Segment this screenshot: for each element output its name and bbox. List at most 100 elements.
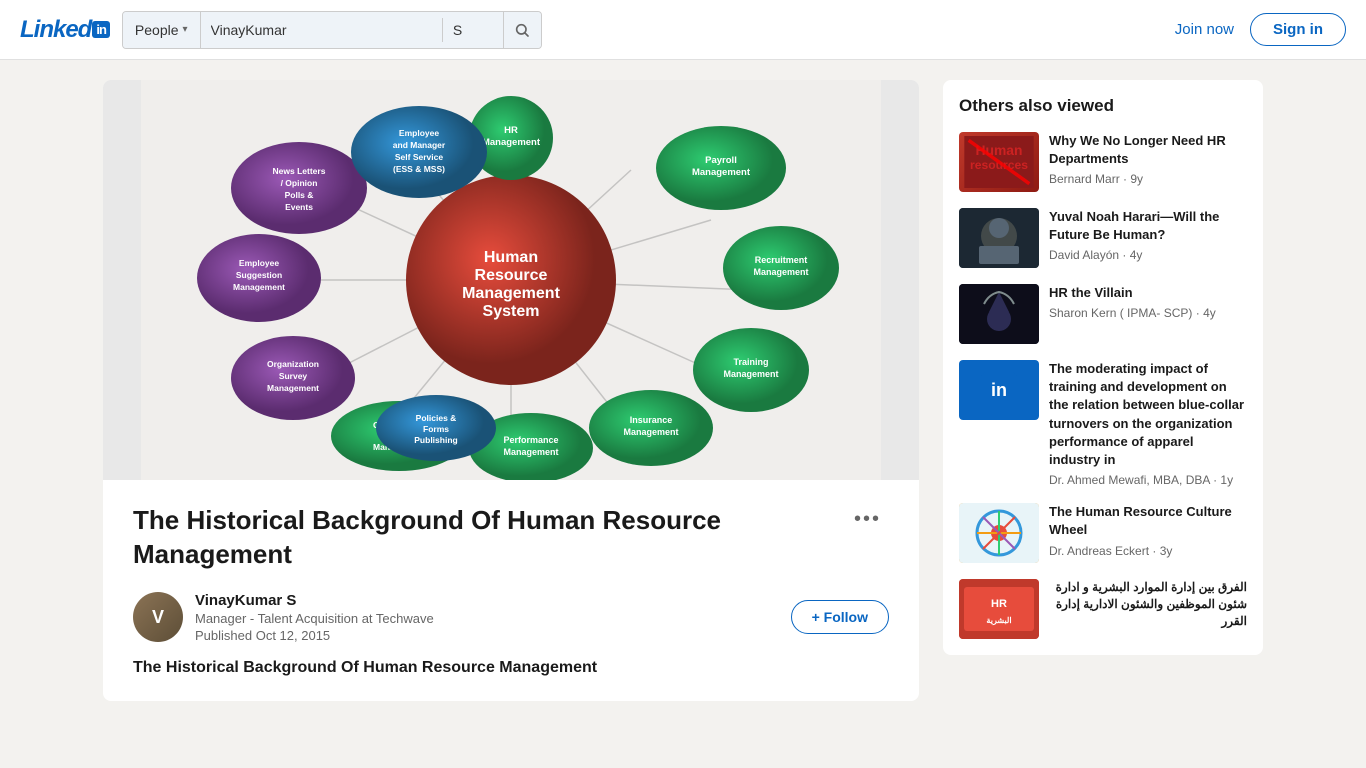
publish-date: Published Oct 12, 2015: [195, 628, 434, 643]
sidebar-item-2-text: Yuval Noah Harari—Will the Future Be Hum…: [1049, 208, 1247, 268]
header-actions: Join now Sign in: [1175, 13, 1346, 46]
svg-text:Publishing: Publishing: [414, 435, 457, 445]
author-info: V VinayKumar S Manager - Talent Acquisit…: [133, 592, 434, 643]
others-title: Others also viewed: [959, 96, 1247, 116]
author-row: V VinayKumar S Manager - Talent Acquisit…: [133, 592, 889, 643]
svg-text:Employee: Employee: [239, 258, 279, 268]
search-suffix-input[interactable]: [443, 22, 503, 38]
article-hero-image: Human Resource Management System HR Mana…: [103, 80, 919, 480]
svg-text:Human: Human: [484, 249, 538, 266]
search-bar: People ▾: [122, 11, 542, 49]
svg-text:HR: HR: [991, 598, 1007, 610]
article-area: Human Resource Management System HR Mana…: [103, 80, 919, 701]
svg-text:Organization: Organization: [267, 359, 319, 369]
sidebar-item-5-title: The Human Resource Culture Wheel: [1049, 503, 1247, 539]
thumbnail-5: [959, 503, 1039, 563]
sidebar-item-2-meta: David Alayón · 4y: [1049, 248, 1247, 262]
svg-text:Management: Management: [692, 167, 751, 178]
sidebar-item-3-title: HR the Villain: [1049, 284, 1247, 302]
sidebar-item-1-title: Why We No Longer Need HR Departments: [1049, 132, 1247, 168]
svg-text:Self Service: Self Service: [395, 152, 443, 162]
others-also-viewed-panel: Others also viewed Human resources Why W…: [943, 80, 1263, 655]
sidebar-item-1-meta: Bernard Marr · 9y: [1049, 172, 1247, 186]
sidebar: Others also viewed Human resources Why W…: [943, 80, 1263, 701]
svg-text:Management: Management: [723, 369, 778, 379]
avatar[interactable]: V: [133, 592, 183, 642]
search-input[interactable]: [201, 22, 442, 38]
svg-text:Management: Management: [462, 285, 560, 302]
search-category-label: People: [135, 22, 179, 38]
sidebar-item-6-title: الفرق بين إدارة الموارد البشرية و ادارة …: [1049, 579, 1247, 629]
svg-text:Management: Management: [503, 447, 558, 457]
logo-in: in: [92, 21, 110, 38]
svg-text:System: System: [483, 303, 540, 320]
svg-text:Management: Management: [482, 137, 541, 148]
sidebar-item-1-text: Why We No Longer Need HR Departments Ber…: [1049, 132, 1247, 192]
svg-text:Events: Events: [285, 202, 313, 212]
list-item[interactable]: HR the Villain Sharon Kern ( IPMA- SCP) …: [959, 284, 1247, 344]
svg-text:Employee: Employee: [399, 128, 439, 138]
main-layout: Human Resource Management System HR Mana…: [83, 60, 1283, 721]
search-category-dropdown[interactable]: People ▾: [123, 12, 201, 48]
linkedin-logo[interactable]: Linkedin: [20, 16, 110, 44]
search-icon: [514, 22, 530, 38]
svg-text:Management: Management: [267, 383, 319, 393]
svg-text:Polls &: Polls &: [285, 190, 314, 200]
thumbnail-4: in: [959, 360, 1039, 420]
svg-text:Payroll: Payroll: [705, 155, 737, 166]
list-item[interactable]: Yuval Noah Harari—Will the Future Be Hum…: [959, 208, 1247, 268]
svg-text:Training: Training: [733, 357, 768, 367]
thumbnail-2: [959, 208, 1039, 268]
svg-text:Recruitment: Recruitment: [755, 255, 808, 265]
svg-text:Performance: Performance: [503, 435, 558, 445]
svg-text:News Letters: News Letters: [273, 166, 326, 176]
svg-text:and Manager: and Manager: [393, 140, 446, 150]
thumbnail-3: [959, 284, 1039, 344]
linkedin-icon: in: [981, 372, 1017, 408]
svg-text:Management: Management: [233, 282, 285, 292]
svg-text:Policies &: Policies &: [416, 413, 457, 423]
header: Linkedin People ▾ Join now Sign in: [0, 0, 1366, 60]
article-title-row: The Historical Background Of Human Resou…: [133, 504, 889, 572]
chevron-down-icon: ▾: [183, 24, 188, 35]
list-item[interactable]: Human resources Why We No Longer Need HR…: [959, 132, 1247, 192]
svg-text:البشرية: البشرية: [986, 616, 1011, 626]
follow-button[interactable]: + Follow: [791, 600, 889, 634]
list-item[interactable]: HR البشرية الفرق بين إدارة الموارد البشر…: [959, 579, 1247, 639]
article-title: The Historical Background Of Human Resou…: [133, 504, 830, 572]
svg-text:Insurance: Insurance: [630, 415, 673, 425]
article-body-heading: The Historical Background Of Human Resou…: [133, 659, 889, 677]
sidebar-item-6-text: الفرق بين إدارة الموارد البشرية و ادارة …: [1049, 579, 1247, 639]
svg-text:Resource: Resource: [475, 267, 548, 284]
sidebar-item-4-meta: Dr. Ahmed Mewafi, MBA, DBA · 1y: [1049, 473, 1247, 487]
sidebar-item-3-text: HR the Villain Sharon Kern ( IPMA- SCP) …: [1049, 284, 1247, 344]
svg-text:Management: Management: [753, 267, 808, 277]
thumbnail-1: Human resources: [959, 132, 1039, 192]
svg-text:Suggestion: Suggestion: [236, 270, 282, 280]
join-now-button[interactable]: Join now: [1175, 21, 1234, 38]
svg-text:HR: HR: [504, 125, 518, 136]
more-options-button[interactable]: •••: [846, 504, 889, 535]
author-details: VinayKumar S Manager - Talent Acquisitio…: [195, 592, 434, 643]
author-job-title: Manager - Talent Acquisition at Techwave: [195, 611, 434, 626]
sign-in-button[interactable]: Sign in: [1250, 13, 1346, 46]
sidebar-item-5-text: The Human Resource Culture Wheel Dr. And…: [1049, 503, 1247, 563]
sidebar-item-3-meta: Sharon Kern ( IPMA- SCP) · 4y: [1049, 306, 1247, 320]
list-item[interactable]: The Human Resource Culture Wheel Dr. And…: [959, 503, 1247, 563]
svg-text:(ESS & MSS): (ESS & MSS): [393, 164, 445, 174]
article-content: The Historical Background Of Human Resou…: [103, 480, 919, 701]
list-item[interactable]: in The moderating impact of training and…: [959, 360, 1247, 487]
svg-text:/ Opinion: / Opinion: [281, 178, 318, 188]
svg-text:Survey: Survey: [279, 371, 308, 381]
search-button[interactable]: [503, 11, 541, 49]
hrm-diagram-svg: Human Resource Management System HR Mana…: [141, 80, 881, 480]
thumbnail-6: HR البشرية: [959, 579, 1039, 639]
logo-linked: Linked: [20, 16, 91, 44]
svg-text:Management: Management: [623, 427, 678, 437]
sidebar-item-4-text: The moderating impact of training and de…: [1049, 360, 1247, 487]
sidebar-item-4-title: The moderating impact of training and de…: [1049, 360, 1247, 469]
sidebar-item-2-title: Yuval Noah Harari—Will the Future Be Hum…: [1049, 208, 1247, 244]
author-name[interactable]: VinayKumar S: [195, 592, 434, 609]
svg-text:Forms: Forms: [423, 424, 449, 434]
sidebar-item-5-meta: Dr. Andreas Eckert · 3y: [1049, 544, 1247, 558]
